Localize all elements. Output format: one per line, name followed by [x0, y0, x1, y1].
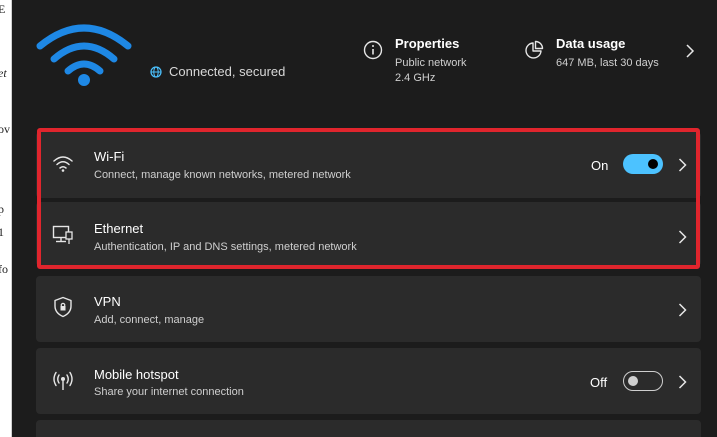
chevron-right-icon — [678, 158, 687, 172]
info-icon — [363, 40, 383, 60]
hotspot-toggle[interactable] — [623, 371, 663, 391]
network-header: Connected, secured Properties Public net… — [12, 0, 717, 120]
pie-chart-icon — [525, 40, 544, 59]
data-usage-amount: 647 MB, last 30 days — [556, 57, 659, 69]
sliver-text: E — [0, 2, 5, 17]
data-usage-button[interactable]: Data usage 647 MB, last 30 days — [524, 36, 659, 71]
properties-title: Properties — [395, 36, 460, 51]
wifi-large-icon — [36, 24, 132, 86]
properties-network-type: Public network — [395, 57, 467, 69]
ethernet-settings-item[interactable]: Ethernet Authentication, IP and DNS sett… — [36, 202, 701, 266]
wifi-title: Wi-Fi — [94, 149, 125, 164]
wifi-settings-item[interactable]: Wi-Fi Connect, manage known networks, me… — [36, 132, 701, 198]
shield-icon — [54, 296, 72, 318]
sliver-text: p — [0, 202, 4, 217]
chevron-right-icon — [678, 375, 687, 389]
chevron-right-icon — [678, 303, 687, 317]
ethernet-icon — [52, 225, 73, 244]
hotspot-icon — [53, 371, 73, 390]
connection-status-text: Connected, secured — [169, 64, 286, 79]
wifi-toggle-label: On — [591, 158, 609, 173]
wifi-toggle[interactable] — [623, 154, 663, 174]
sliver-text: fo — [0, 262, 8, 276]
chevron-right-icon[interactable] — [685, 44, 695, 58]
wifi-subtitle: Connect, manage known networks, metered … — [94, 169, 351, 181]
hotspot-toggle-label: Off — [590, 375, 608, 390]
wifi-icon — [53, 156, 73, 172]
chevron-right-icon — [678, 230, 687, 244]
background-window-sliver: E et ov p 1 fo — [0, 0, 12, 437]
ethernet-subtitle: Authentication, IP and DNS settings, met… — [94, 241, 357, 253]
connection-status: Connected, secured — [150, 64, 285, 79]
sliver-text: et — [0, 66, 7, 80]
hotspot-title: Mobile hotspot — [94, 367, 179, 382]
ethernet-title: Ethernet — [94, 221, 144, 236]
vpn-title: VPN — [94, 294, 121, 309]
sliver-text: ov — [0, 122, 10, 136]
hotspot-subtitle: Share your internet connection — [94, 386, 244, 398]
next-settings-item[interactable] — [36, 420, 701, 437]
vpn-subtitle: Add, connect, manage — [94, 314, 205, 326]
mobile-hotspot-settings-item[interactable]: Mobile hotspot Share your internet conne… — [36, 348, 701, 414]
properties-band: 2.4 GHz — [395, 72, 436, 84]
toggle-knob — [648, 159, 658, 169]
vpn-settings-item[interactable]: VPN Add, connect, manage — [36, 276, 701, 342]
properties-button[interactable]: Properties Public network 2.4 GHz — [363, 36, 467, 86]
sliver-text: 1 — [0, 225, 4, 240]
toggle-knob — [628, 376, 638, 386]
globe-icon — [150, 65, 162, 78]
settings-window: E et ov p 1 fo Connected, secured — [0, 0, 717, 437]
data-usage-title: Data usage — [556, 36, 626, 51]
